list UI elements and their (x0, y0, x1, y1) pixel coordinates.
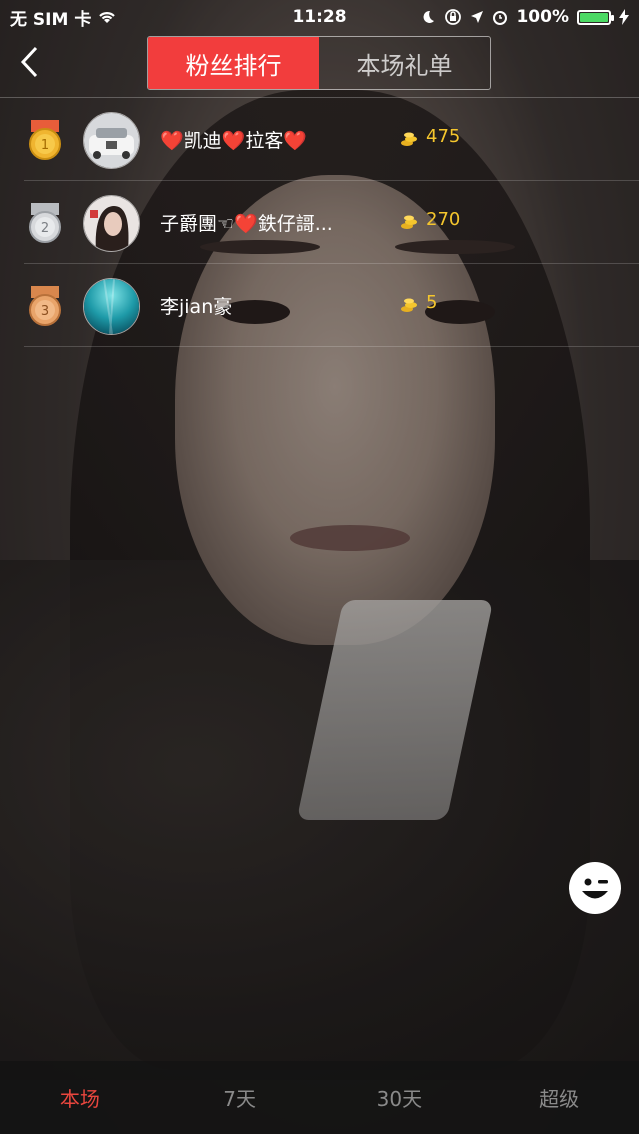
segment-tabs: 粉丝排行 本场礼单 (147, 36, 491, 90)
portrait-avatar-image (84, 196, 139, 251)
car-avatar-image (84, 113, 139, 168)
svg-text:2: 2 (41, 221, 49, 236)
fan-score: 270 (426, 209, 461, 230)
svg-text:1: 1 (41, 138, 49, 153)
svg-text:3: 3 (41, 304, 49, 319)
back-button[interactable] (14, 44, 44, 80)
wink-face-icon (570, 863, 620, 913)
bronze-medal-icon: 3 (29, 286, 61, 326)
status-time: 11:28 (292, 7, 347, 27)
avatar[interactable] (83, 195, 140, 252)
fan-name: ❤️凯迪❤️拉客❤️ (160, 130, 307, 152)
list-item[interactable]: 1 ❤️凯迪❤️拉客❤️ 475 (0, 98, 639, 181)
coin-icon (401, 215, 417, 229)
status-bar: 无 SIM 卡 11:28 100% (0, 0, 639, 34)
row-divider (24, 346, 639, 347)
gold-medal-icon: 1 (29, 120, 61, 160)
tab-this-session[interactable]: 本场 (0, 1061, 160, 1134)
fan-name: 子爵團☜❤️鉄仔謌... (160, 213, 333, 235)
tab-super[interactable]: 超级 (479, 1061, 639, 1134)
tab-fan-ranking[interactable]: 粉丝排行 (148, 37, 319, 89)
fan-name: 李jian豪 (160, 296, 233, 318)
silver-medal-icon: 2 (29, 203, 61, 243)
emoji-button[interactable] (569, 862, 621, 914)
fan-ranking-list: 1 ❤️凯迪❤️拉客❤️ 475 2 子爵團☜❤️鉄仔謌... 270 3 李j… (0, 98, 639, 347)
fan-score: 5 (426, 292, 438, 313)
fan-score: 475 (426, 126, 461, 147)
period-tab-bar: 本场 7天 30天 超级 (0, 1061, 639, 1134)
coin-icon (401, 298, 417, 312)
tab-30-days[interactable]: 30天 (320, 1061, 480, 1134)
ocean-avatar-image (84, 279, 139, 334)
battery-icon (577, 9, 614, 25)
chevron-left-icon (20, 46, 38, 78)
avatar[interactable] (83, 112, 140, 169)
coin-icon (401, 132, 417, 146)
tab-7-days[interactable]: 7天 (160, 1061, 320, 1134)
tab-gift-list[interactable]: 本场礼单 (319, 37, 490, 89)
list-item[interactable]: 2 子爵團☜❤️鉄仔謌... 270 (0, 181, 639, 264)
avatar[interactable] (83, 278, 140, 335)
list-item[interactable]: 3 李jian豪 5 (0, 264, 639, 347)
